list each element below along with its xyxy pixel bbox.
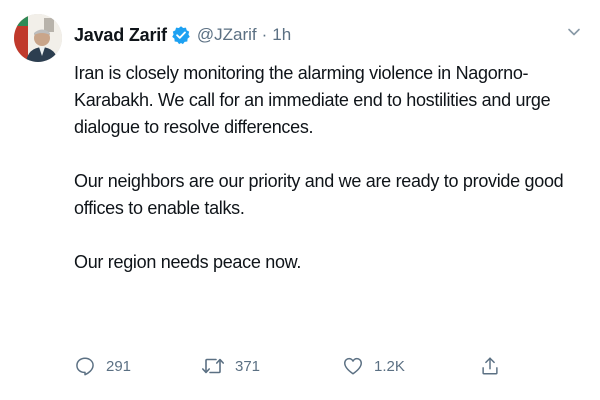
share-button[interactable] <box>479 352 501 380</box>
author-name[interactable]: Javad Zarif <box>74 25 167 46</box>
avatar[interactable] <box>14 14 62 62</box>
reply-count: 291 <box>106 357 132 375</box>
tweet-paragraph: Our neighbors are our priority and we ar… <box>74 171 564 218</box>
avatar-image <box>14 14 62 62</box>
author-handle[interactable]: @JZarif <box>197 25 257 45</box>
tweet-card[interactable]: Javad Zarif @JZarif · 1h Iran is closely… <box>0 0 600 400</box>
retweet-icon <box>202 358 224 374</box>
tweet-text: Iran is closely monitoring the alarming … <box>74 60 578 276</box>
tweet-header: Javad Zarif @JZarif · 1h <box>74 22 291 48</box>
retweet-button[interactable]: 371 <box>201 352 260 380</box>
reply-icon <box>76 357 94 376</box>
verified-badge-icon <box>171 25 191 45</box>
more-options-chevron-down-icon[interactable] <box>566 24 582 40</box>
like-button[interactable]: 1.2K <box>342 352 405 380</box>
heart-icon <box>344 357 362 375</box>
like-count: 1.2K <box>374 357 405 375</box>
header-separator: · <box>261 25 268 44</box>
tweet-timestamp[interactable]: 1h <box>272 25 291 45</box>
retweet-count: 371 <box>235 357 261 375</box>
tweet-paragraph: Iran is closely monitoring the alarming … <box>74 63 551 137</box>
tweet-actions: 291 371 1.2K <box>74 352 504 380</box>
reply-button[interactable]: 291 <box>74 352 131 380</box>
tweet-paragraph: Our region needs peace now. <box>74 252 302 272</box>
share-icon <box>482 357 498 375</box>
